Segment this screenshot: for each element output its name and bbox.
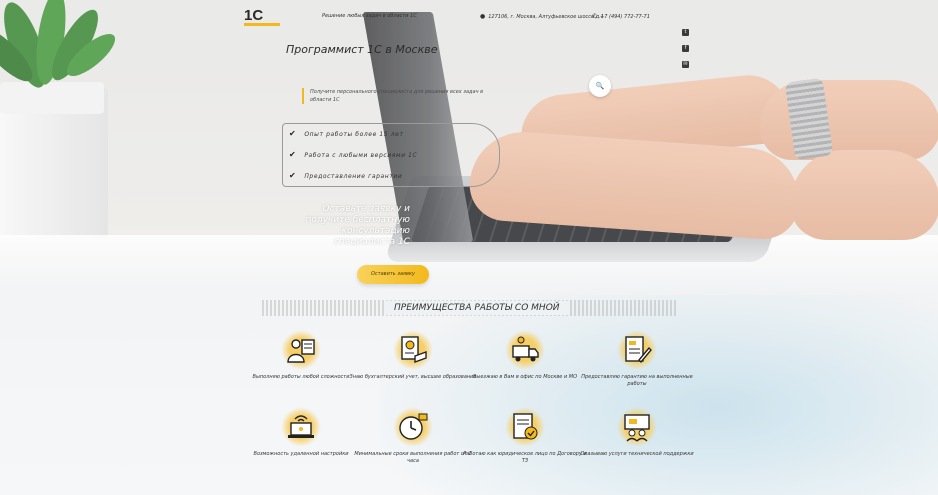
search-button[interactable]: 🔍 <box>589 75 611 97</box>
search-icon: 🔍 <box>595 82 605 90</box>
feature-item: ✔ Предоставление гарантии <box>289 171 402 180</box>
advantages-title: ПРЕИМУЩЕСТВА РАБОТЫ СО МНОЙ <box>384 301 570 315</box>
leave-request-button[interactable]: Оставить заявку <box>357 265 429 284</box>
advantage-item: Минимальные сроки выполнения работ от 1 … <box>348 407 478 465</box>
feature-label: Опыт работы более 15 лет <box>304 131 404 138</box>
header-phone[interactable]: ✆ +7 (494) 772-77-71 <box>592 13 650 20</box>
advantage-item: Работаю как юридическое лицо по Договору… <box>460 407 590 465</box>
advantage-item: Оказываю услуги технической поддержки <box>572 407 702 458</box>
location-pin-icon: ● <box>480 13 486 20</box>
contract-icon <box>617 330 657 370</box>
phone-text: +7 (494) 772-77-71 <box>600 14 650 20</box>
advantage-label: Выполняю работы любой сложности <box>252 374 350 380</box>
remote-laptop-icon <box>281 407 321 447</box>
twitter-icon[interactable]: t <box>682 29 689 36</box>
phone-icon: ✆ <box>592 13 598 20</box>
advantage-item: Выезжаю в Вам в офис по Москве и МО <box>460 330 590 381</box>
advantage-label: Оказываю услуги технической поддержки <box>580 451 694 457</box>
feature-item: ✔ Работа с любыми версиями 1С <box>289 150 417 159</box>
advantage-label: Минимальные сроки выполнения работ от 1 … <box>354 451 472 464</box>
advantage-item: Выполняю работы любой сложности <box>236 330 366 381</box>
header-tagline: Решение любых задач в области 1С <box>322 13 417 19</box>
advantage-label: Предоставляю гарантию на выполненные раб… <box>581 374 693 387</box>
advantage-item: Возможность удаленной настройки <box>236 407 366 458</box>
logo-underline <box>244 23 280 26</box>
address-text: 127106, г. Москва, Алтуфьевское шоссе д.… <box>488 14 604 20</box>
feature-item: ✔ Опыт работы более 15 лет <box>289 129 404 138</box>
facebook-icon[interactable]: f <box>682 45 689 52</box>
logo-text: 1С <box>244 7 264 24</box>
features-box: ✔ Опыт работы более 15 лет ✔ Работа с любы… <box>282 123 500 187</box>
logo[interactable]: 1С <box>244 7 282 26</box>
advantage-label: Знаю бухгалтерский учет, высшее образова… <box>349 374 477 380</box>
document-check-icon <box>505 407 545 447</box>
check-icon: ✔ <box>289 129 297 138</box>
clock-icon <box>393 407 433 447</box>
check-icon: ✔ <box>289 150 297 159</box>
email-icon[interactable]: ✉ <box>682 61 689 68</box>
page-title: Программист 1С в Москве <box>286 43 438 56</box>
advantage-label: Работаю как юридическое лицо по Договору… <box>463 451 587 464</box>
header-address: ● 127106, г. Москва, Алтуфьевское шоссе д… <box>480 13 604 20</box>
diploma-icon <box>393 330 433 370</box>
specialist-icon <box>281 330 321 370</box>
support-chat-icon <box>617 407 657 447</box>
advantage-item: Знаю бухгалтерский учет, высшее образова… <box>348 330 478 381</box>
advantage-label: Возможность удаленной настройки <box>253 451 349 457</box>
feature-label: Работа с любыми версиями 1С <box>304 152 418 159</box>
delivery-truck-icon <box>505 330 545 370</box>
check-icon: ✔ <box>289 171 297 180</box>
advantage-label: Выезжаю в Вам в офис по Москве и МО <box>472 374 578 380</box>
cta-text: Оставьте заявку и получите бесплатную ко… <box>305 204 411 247</box>
feature-label: Предоставление гарантии <box>304 173 403 180</box>
hero-subtitle: Получите персонального специалиста для р… <box>302 88 492 104</box>
advantage-item: Предоставляю гарантию на выполненные раб… <box>572 330 702 388</box>
social-links: t f ✉ <box>682 29 690 77</box>
